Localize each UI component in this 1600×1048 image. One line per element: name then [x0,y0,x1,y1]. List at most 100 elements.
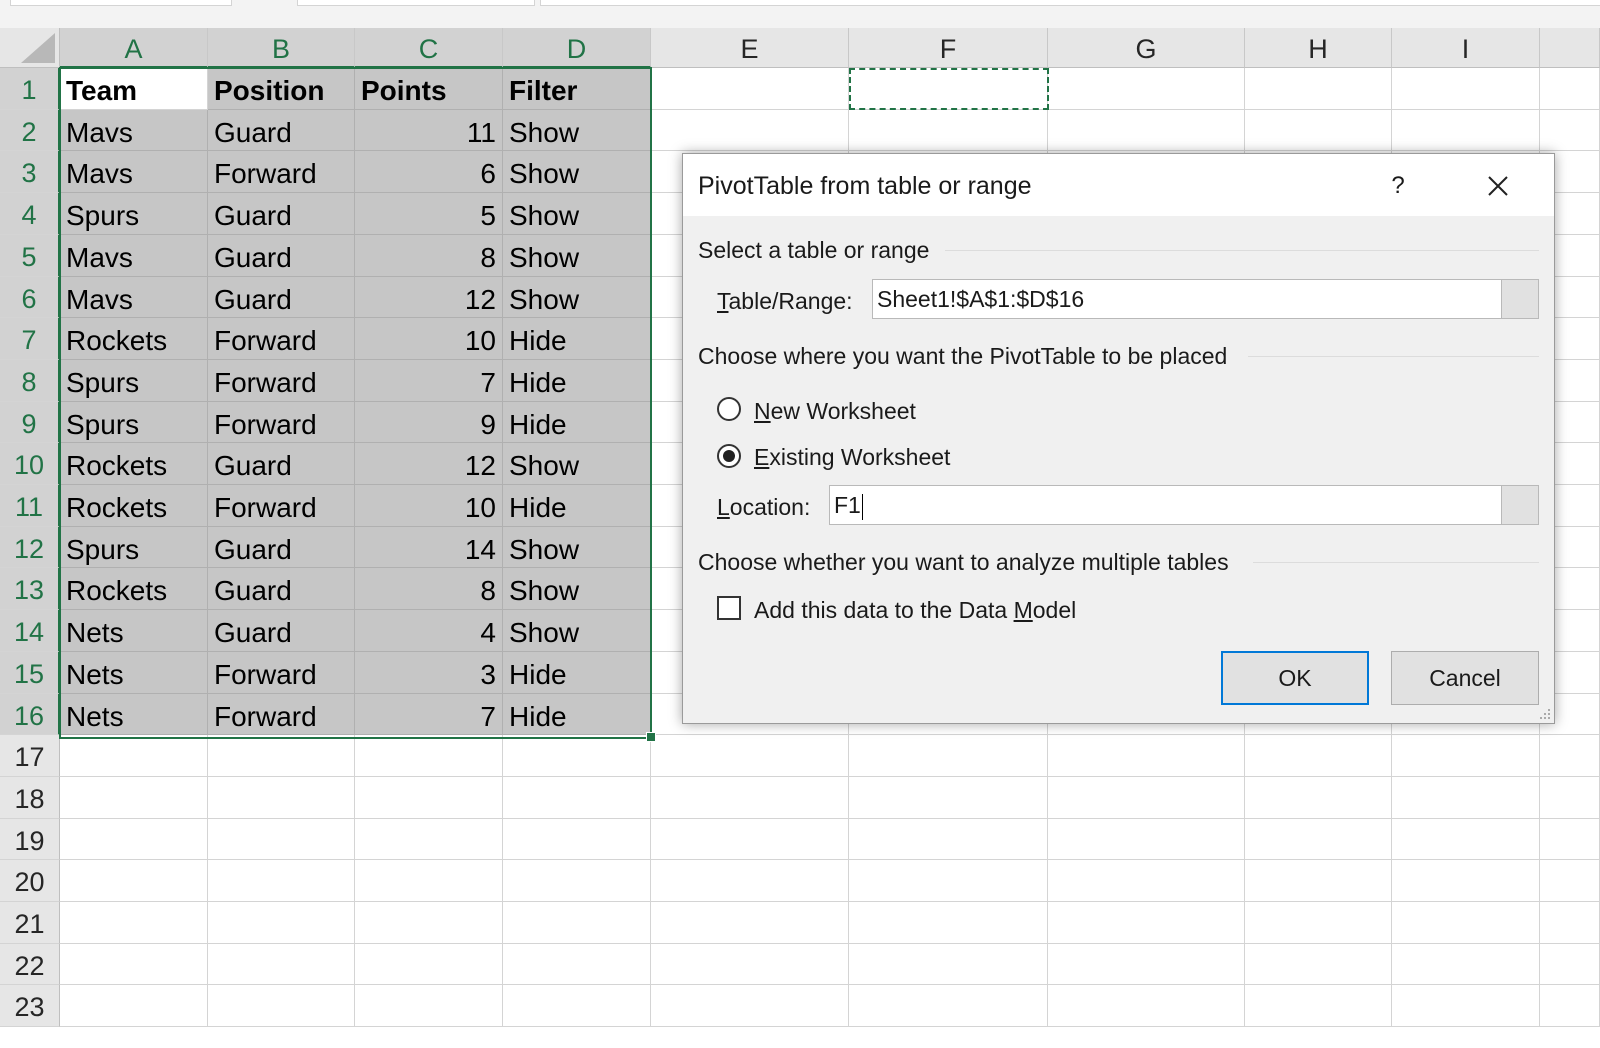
new-worksheet-label[interactable]: New Worksheet [754,398,916,425]
empty-cell[interactable] [208,902,355,944]
empty-cell[interactable] [1048,902,1245,944]
empty-cell[interactable] [1392,944,1540,985]
data-cell[interactable]: Spurs [60,527,208,568]
empty-cell[interactable] [1245,777,1392,819]
empty-cell[interactable] [1392,68,1540,110]
empty-cell[interactable] [208,860,355,902]
data-cell[interactable]: 11 [355,110,503,151]
empty-cell[interactable] [1048,68,1245,110]
row-header-1[interactable]: 1 [0,68,60,110]
data-cell[interactable]: 3 [355,652,503,694]
empty-cell[interactable] [503,985,651,1027]
data-cell[interactable]: Mavs [60,277,208,318]
empty-cell[interactable] [1245,819,1392,860]
row-header-2[interactable]: 2 [0,110,60,151]
empty-cell[interactable] [1392,860,1540,902]
existing-worksheet-radio[interactable] [717,444,741,468]
empty-cell[interactable] [651,819,849,860]
data-cell[interactable]: Mavs [60,235,208,277]
data-cell[interactable]: 10 [355,485,503,527]
row-header-14[interactable]: 14 [0,610,60,652]
data-cell[interactable]: Hide [503,402,651,443]
data-cell[interactable]: 14 [355,527,503,568]
empty-cell[interactable] [1048,944,1245,985]
empty-cell[interactable] [849,944,1048,985]
empty-cell[interactable] [651,777,849,819]
data-cell[interactable]: Hide [503,694,651,735]
column-header-C[interactable]: C [355,28,503,68]
data-cell[interactable]: 10 [355,318,503,360]
formula-input[interactable] [540,0,1600,6]
empty-cell[interactable] [208,819,355,860]
data-cell[interactable]: Hide [503,318,651,360]
data-cell[interactable]: Guard [208,235,355,277]
empty-cell[interactable] [1245,110,1392,151]
data-model-checkbox[interactable] [717,596,741,620]
empty-cell[interactable] [1392,985,1540,1027]
empty-cell[interactable] [849,860,1048,902]
row-header-16[interactable]: 16 [0,694,60,735]
row-header-15[interactable]: 15 [0,652,60,694]
header-cell[interactable]: Position [208,68,355,110]
empty-cell[interactable] [849,110,1048,151]
header-cell[interactable]: Points [355,68,503,110]
data-model-label[interactable]: Add this data to the Data Model [754,597,1076,624]
help-button[interactable]: ? [1383,166,1413,206]
data-cell[interactable]: 7 [355,360,503,402]
data-cell[interactable]: Show [503,527,651,568]
data-cell[interactable]: Guard [208,568,355,610]
data-cell[interactable]: 7 [355,694,503,735]
column-header-H[interactable]: H [1245,28,1392,68]
existing-worksheet-label[interactable]: Existing Worksheet [754,444,950,471]
row-header-7[interactable]: 7 [0,318,60,360]
data-cell[interactable]: Show [503,568,651,610]
empty-cell[interactable] [1392,777,1540,819]
data-cell[interactable]: Guard [208,110,355,151]
empty-cell[interactable] [60,860,208,902]
data-cell[interactable]: Spurs [60,193,208,235]
data-cell[interactable]: Forward [208,318,355,360]
column-header-F[interactable]: F [849,28,1048,68]
row-header-23[interactable]: 23 [0,985,60,1027]
empty-cell[interactable] [1392,110,1540,151]
column-header-D[interactable]: D [503,28,651,68]
data-cell[interactable]: 12 [355,277,503,318]
header-cell[interactable]: Filter [503,68,651,110]
empty-cell[interactable] [1392,735,1540,777]
table-range-input[interactable]: Sheet1!$A$1:$D$16 [872,279,1502,319]
close-icon[interactable] [1478,166,1518,206]
location-collapse-button[interactable] [1501,485,1539,525]
data-cell[interactable]: Hide [503,652,651,694]
data-cell[interactable]: Show [503,151,651,193]
data-cell[interactable]: Nets [60,694,208,735]
empty-cell[interactable] [355,819,503,860]
empty-cell[interactable] [849,902,1048,944]
empty-cell[interactable] [60,985,208,1027]
empty-cell[interactable] [849,777,1048,819]
column-header-A[interactable]: A [60,28,208,68]
fill-handle[interactable] [646,732,656,742]
empty-cell[interactable] [60,944,208,985]
resize-grip-icon[interactable] [1539,708,1551,720]
empty-cell[interactable] [503,819,651,860]
empty-cell[interactable] [355,902,503,944]
empty-cell[interactable] [849,819,1048,860]
empty-cell[interactable] [1540,777,1600,819]
data-cell[interactable]: Rockets [60,443,208,485]
empty-cell[interactable] [355,735,503,777]
row-header-5[interactable]: 5 [0,235,60,277]
empty-cell[interactable] [1048,110,1245,151]
empty-cell[interactable] [355,944,503,985]
formula-buttons[interactable] [297,0,535,6]
data-cell[interactable]: Forward [208,360,355,402]
new-worksheet-radio[interactable] [717,397,741,421]
data-cell[interactable]: Spurs [60,402,208,443]
column-header-G[interactable]: G [1048,28,1245,68]
data-cell[interactable]: Forward [208,485,355,527]
row-header-18[interactable]: 18 [0,777,60,819]
empty-cell[interactable] [1048,985,1245,1027]
empty-cell[interactable] [1540,944,1600,985]
empty-cell[interactable] [1392,819,1540,860]
data-cell[interactable]: Forward [208,694,355,735]
data-cell[interactable]: Hide [503,360,651,402]
